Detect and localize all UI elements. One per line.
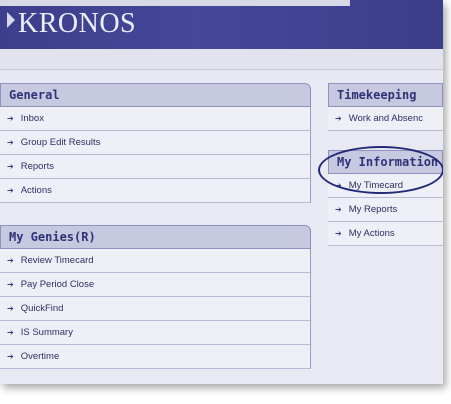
highlight-ellipse [318, 146, 443, 194]
general-panel-title: General [0, 83, 311, 107]
arrow-right-icon: ➔ [7, 138, 14, 147]
kronos-logo-icon [7, 12, 15, 28]
arrow-right-icon: ➔ [7, 114, 14, 123]
genie-item-quickfind[interactable]: ➔ QuickFind [0, 297, 311, 321]
general-item-group-edit-results[interactable]: ➔ Group Edit Results [0, 131, 311, 155]
arrow-right-icon: ➔ [7, 162, 14, 171]
navigation-bar [0, 49, 443, 70]
general-item-inbox[interactable]: ➔ Inbox [0, 107, 311, 131]
my-info-item-my-reports[interactable]: ➔ My Reports [328, 198, 443, 222]
genie-item-is-summary[interactable]: ➔ IS Summary [0, 321, 311, 345]
main-content: General ➔ Inbox ➔ Group Edit Results ➔ Repo… [0, 76, 443, 384]
genie-item-review-timecard[interactable]: ➔ Review Timecard [0, 249, 311, 273]
arrow-right-icon: ➔ [7, 352, 14, 361]
arrow-right-icon: ➔ [7, 304, 14, 313]
arrow-right-icon: ➔ [7, 280, 14, 289]
genie-item-overtime[interactable]: ➔ Overtime [0, 345, 311, 369]
genies-panel-title: My Genies(R) [0, 225, 311, 249]
timekeeping-panel-title: Timekeeping [328, 83, 443, 107]
my-info-item-my-actions[interactable]: ➔ My Actions [328, 222, 443, 246]
genies-panel: My Genies(R) ➔ Review Timecard ➔ Pay Perio… [0, 225, 311, 369]
genie-item-pay-period-close[interactable]: ➔ Pay Period Close [0, 273, 311, 297]
arrow-right-icon: ➔ [335, 229, 342, 238]
header-top-strip [0, 0, 350, 6]
arrow-right-icon: ➔ [7, 186, 14, 195]
app-logo: KRONOS [18, 8, 137, 39]
general-item-reports[interactable]: ➔ Reports [0, 155, 311, 179]
general-item-actions[interactable]: ➔ Actions [0, 179, 311, 203]
app-header: KRONOS [0, 0, 443, 49]
arrow-right-icon: ➔ [7, 328, 14, 337]
arrow-right-icon: ➔ [7, 256, 14, 265]
timekeeping-panel: Timekeeping ➔ Work and Absenc [328, 83, 443, 131]
timekeeping-item-work-and-absence[interactable]: ➔ Work and Absenc [328, 107, 443, 131]
general-panel: General ➔ Inbox ➔ Group Edit Results ➔ Repo… [0, 83, 311, 203]
arrow-right-icon: ➔ [335, 205, 342, 214]
app-window: KRONOS General ➔ Inbox ➔ Group Edit Result… [0, 0, 443, 384]
arrow-right-icon: ➔ [335, 114, 342, 123]
